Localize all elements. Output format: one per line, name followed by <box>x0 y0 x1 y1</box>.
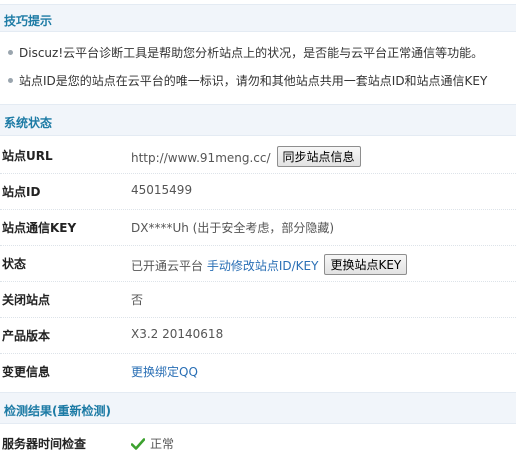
site-id-label: 站点ID <box>2 185 41 199</box>
site-url-text: http://www.91meng.cc/ <box>131 151 271 165</box>
time-check-label: 服务器时间检查 <box>2 437 87 451</box>
bullet-icon <box>8 78 13 83</box>
site-url-label: 站点URL <box>2 149 53 163</box>
state-text: 已开通云平台 <box>131 259 204 273</box>
row-change: 变更信息 更换绑定QQ <box>0 354 516 390</box>
row-version: 产品版本 X3.2 20140618 <box>0 318 516 354</box>
tips-header: 技巧提示 <box>0 4 516 32</box>
tip-text: Discuz!云平台诊断工具是帮助您分析站点上的状况，是否能与云平台正常通信等功… <box>19 46 484 60</box>
change-site-key-button[interactable]: 更换站点KEY <box>324 254 408 275</box>
change-label: 变更信息 <box>2 365 51 379</box>
edit-site-id-key-link[interactable]: 手动修改站点ID/KEY <box>207 259 319 273</box>
tips-title: 技巧提示 <box>4 14 53 28</box>
results-title: 检测结果(重新检测) <box>4 404 111 418</box>
site-key-label: 站点通信KEY <box>2 221 77 235</box>
status-header: 系统状态 <box>0 104 516 136</box>
row-time-check: 服务器时间检查 正常 <box>0 426 516 457</box>
bullet-icon <box>8 50 13 55</box>
site-url-value: http://www.91meng.cc/同步站点信息 <box>131 146 361 168</box>
time-check-status: 正常 <box>150 437 175 451</box>
version-label: 产品版本 <box>2 329 51 343</box>
tip-item: Discuz!云平台诊断工具是帮助您分析站点上的状况，是否能与云平台正常通信等功… <box>8 44 483 61</box>
site-key-value: DX****Uh (出于安全考虑，部分隐藏) <box>131 221 335 235</box>
row-site-key: 站点通信KEY DX****Uh (出于安全考虑，部分隐藏) <box>0 210 516 246</box>
status-title: 系统状态 <box>4 116 53 130</box>
check-icon <box>131 437 145 450</box>
tip-text: 站点ID是您的站点在云平台的唯一标识，请勿和其他站点共用一套站点ID和站点通信K… <box>19 74 488 88</box>
change-value: 更换绑定QQ <box>131 363 198 380</box>
closed-label: 关闭站点 <box>2 293 51 307</box>
change-bound-qq-link[interactable]: 更换绑定QQ <box>131 365 198 379</box>
row-closed: 关闭站点 否 <box>0 282 516 318</box>
results-header: 检测结果(重新检测) <box>0 392 516 424</box>
tip-item: 站点ID是您的站点在云平台的唯一标识，请勿和其他站点共用一套站点ID和站点通信K… <box>8 72 487 89</box>
state-value: 已开通云平台 手动修改站点ID/KEY 更换站点KEY <box>131 254 408 276</box>
row-site-id: 站点ID 45015499 <box>0 174 516 210</box>
site-id-value: 45015499 <box>131 183 193 197</box>
version-value: X3.2 20140618 <box>131 327 224 341</box>
closed-value: 否 <box>131 293 144 307</box>
row-site-url: 站点URL http://www.91meng.cc/同步站点信息 <box>0 138 516 174</box>
sync-site-info-button[interactable]: 同步站点信息 <box>276 146 361 167</box>
state-label: 状态 <box>2 257 27 271</box>
row-state: 状态 已开通云平台 手动修改站点ID/KEY 更换站点KEY <box>0 246 516 282</box>
time-check-value: 正常 <box>131 435 174 452</box>
